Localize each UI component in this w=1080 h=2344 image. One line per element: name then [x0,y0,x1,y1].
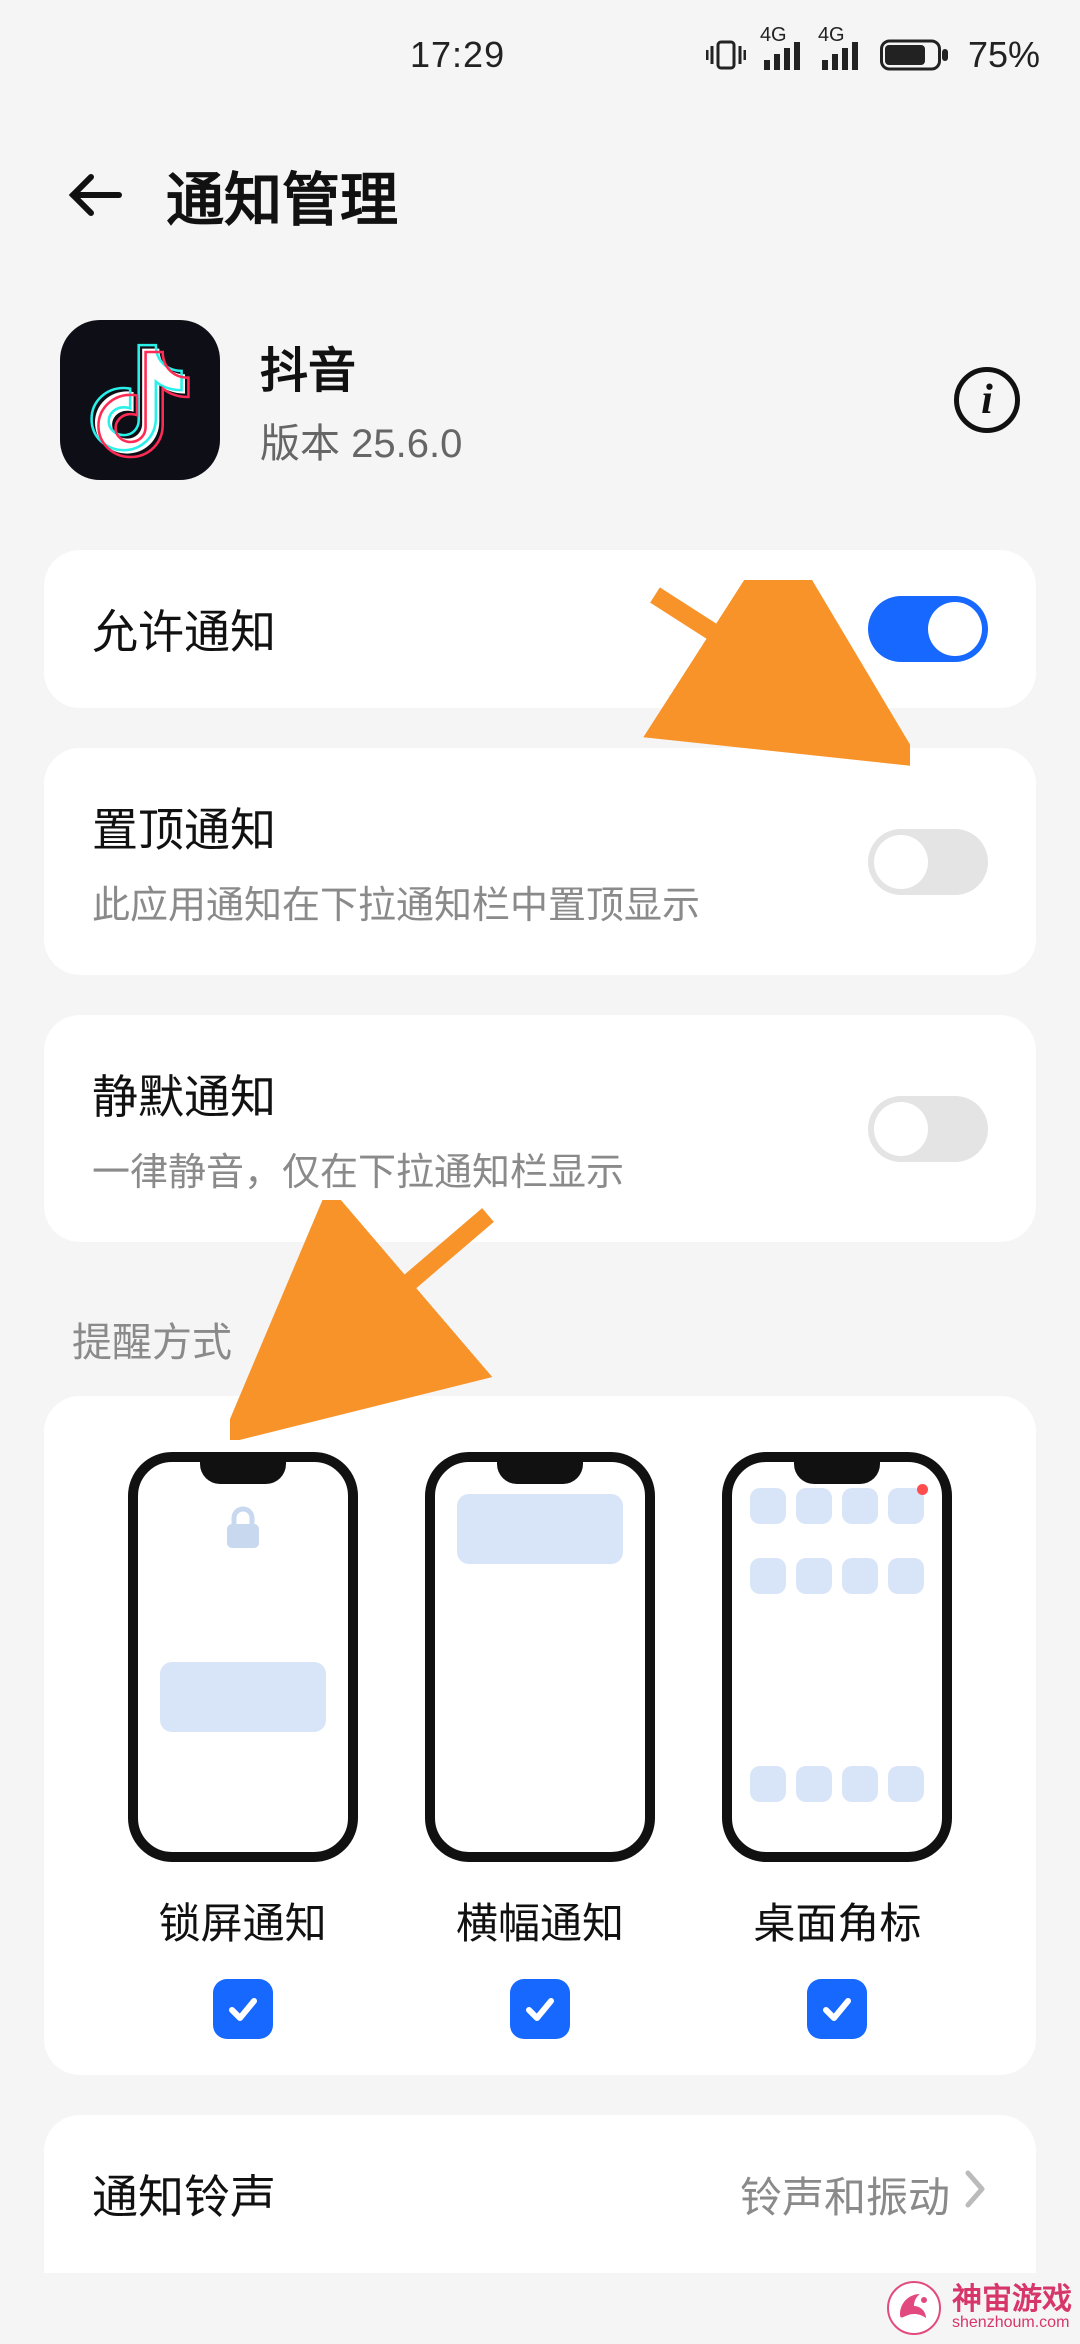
watermark: 神宙游戏 shenzhoum.com [878,2276,1080,2340]
preview-banner [425,1452,655,1862]
lock-icon [222,1504,264,1557]
row-title: 置顶通知 [92,794,868,860]
info-icon: i [981,379,993,421]
preview-badge [722,1452,952,1862]
page-title: 通知管理 [166,153,398,237]
card-pin-notifications: 置顶通知 此应用通知在下拉通知栏中置顶显示 [44,748,1036,975]
row-title: 通知铃声 [92,2161,740,2227]
ringtone-value: 铃声和振动 [740,2164,950,2225]
alert-label: 横幅通知 [456,1890,624,1951]
row-subtitle: 一律静音，仅在下拉通知栏显示 [92,1141,868,1196]
app-info-row: 抖音 版本 25.6.0 i [0,280,1080,550]
checkbox-banner[interactable] [510,1979,570,2039]
vibrate-icon [706,38,746,72]
preview-lock [128,1452,358,1862]
row-title: 静默通知 [92,1061,868,1127]
row-pin-notifications[interactable]: 置顶通知 此应用通知在下拉通知栏中置顶显示 [44,748,1036,975]
status-right: 4G 4G 75% [706,34,1040,76]
back-button[interactable] [60,160,130,230]
row-silent-notifications[interactable]: 静默通知 一律静音，仅在下拉通知栏显示 [44,1015,1036,1242]
app-icon [60,320,220,480]
section-alert-style: 提醒方式 [0,1282,1080,1396]
row-title: 允许通知 [92,596,868,662]
signal-2-icon: 4G [822,40,862,70]
card-ringtone: 通知铃声 铃声和振动 [44,2115,1036,2273]
app-bar: 通知管理 [0,110,1080,280]
battery-icon [880,38,950,72]
signal-1-icon: 4G [764,40,804,70]
checkbox-lock[interactable] [213,1979,273,2039]
watermark-sub: shenzhoum.com [952,2315,1072,2331]
row-subtitle: 此应用通知在下拉通知栏中置顶显示 [92,874,868,929]
watermark-text: 神宙游戏 [952,2283,1072,2316]
status-time: 17:29 [410,34,505,76]
toggle-pin-notifications[interactable] [868,829,988,895]
chevron-right-icon [962,2169,988,2219]
toggle-allow-notifications[interactable] [868,596,988,662]
card-silent-notifications: 静默通知 一律静音，仅在下拉通知栏显示 [44,1015,1036,1242]
card-allow-notifications: 允许通知 [44,550,1036,708]
alert-option-banner[interactable]: 横幅通知 [401,1452,678,2039]
alert-label: 桌面角标 [753,1890,921,1951]
app-name: 抖音 [260,331,914,401]
alert-label: 锁屏通知 [159,1890,327,1951]
alert-option-badge[interactable]: 桌面角标 [699,1452,976,2039]
toggle-silent-notifications[interactable] [868,1096,988,1162]
app-version: 版本 25.6.0 [260,411,914,469]
row-allow-notifications[interactable]: 允许通知 [44,550,1036,708]
watermark-icon [886,2280,942,2336]
alert-option-lock[interactable]: 锁屏通知 [104,1452,381,2039]
row-ringtone[interactable]: 通知铃声 铃声和振动 [44,2115,1036,2273]
info-button[interactable]: i [954,367,1020,433]
status-bar: 17:29 4G 4G 75% [0,0,1080,110]
battery-percent: 75% [968,34,1040,76]
checkbox-badge[interactable] [807,1979,867,2039]
card-alert-style: 锁屏通知 横幅通知 [44,1396,1036,2075]
